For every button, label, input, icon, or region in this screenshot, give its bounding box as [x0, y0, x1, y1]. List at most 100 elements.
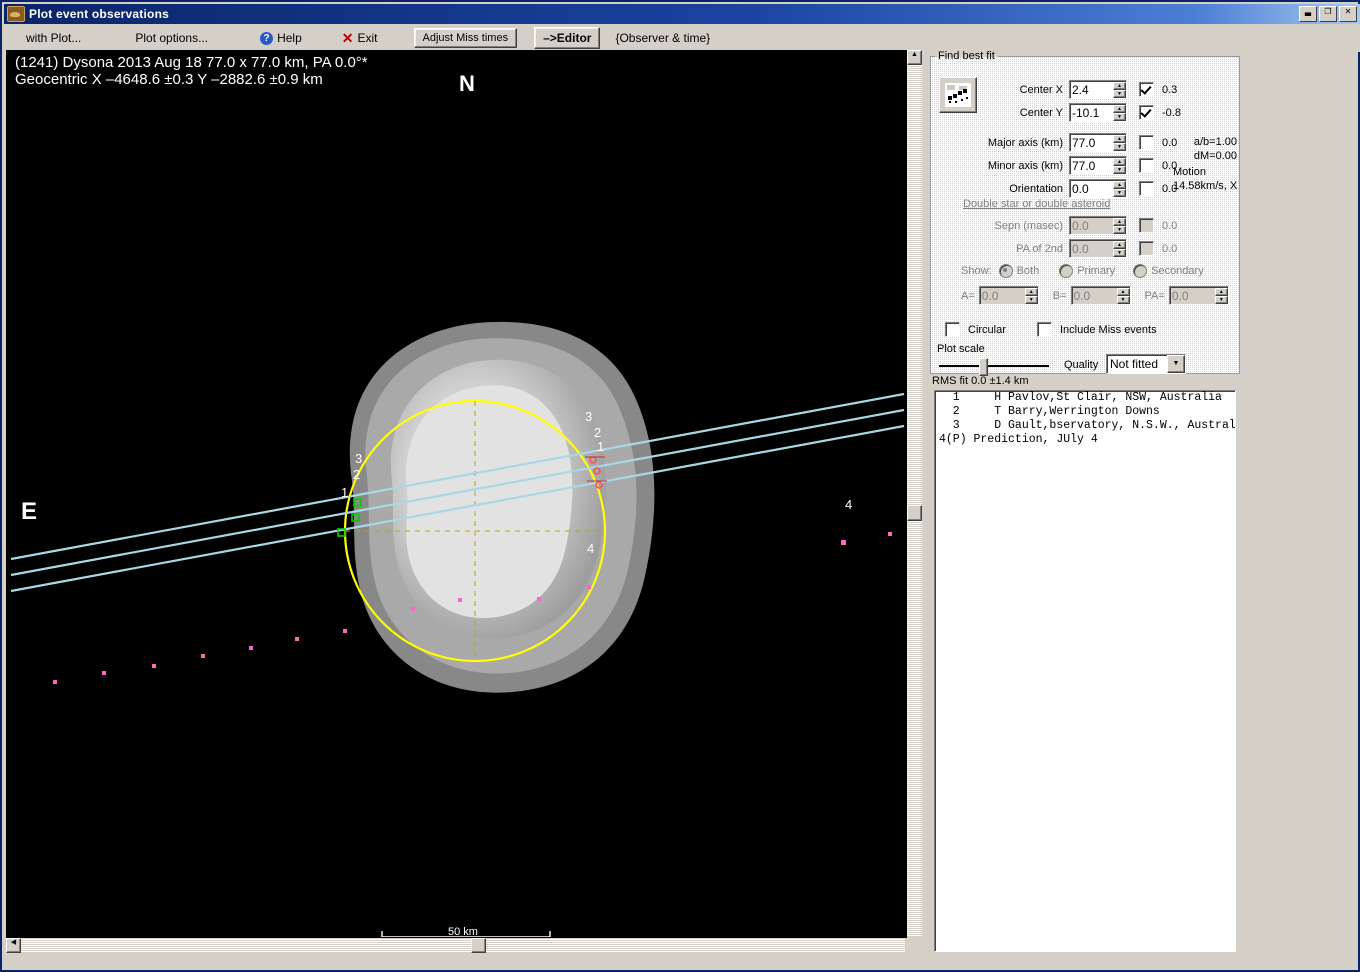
plot-horizontal-scrollbar[interactable]: ◀	[6, 938, 905, 953]
radio-primary[interactable]	[1059, 264, 1074, 278]
error-center-x: 0.3	[1162, 83, 1178, 96]
input-pa-2nd[interactable]	[1070, 241, 1112, 256]
spin-buttons-sepn[interactable]: ▲ ▼	[1113, 217, 1126, 234]
label-minor-axis: Minor axis (km)	[987, 159, 1063, 172]
plot-scale-slider[interactable]	[939, 356, 1054, 376]
spin-buttons-major-axis[interactable]: ▲ ▼	[1113, 134, 1126, 151]
spin-down-sepn[interactable]: ▼	[1113, 225, 1126, 234]
plot-canvas[interactable]: (1241) Dysona 2013 Aug 18 77.0 x 77.0 km…	[6, 50, 907, 938]
input-a[interactable]	[979, 288, 1024, 303]
input-sepn[interactable]	[1070, 218, 1112, 233]
adjust-miss-times-button[interactable]: Adjust Miss times	[413, 28, 518, 48]
plot-scale-track	[939, 365, 1049, 367]
spin-down-center-y[interactable]: ▼	[1113, 112, 1126, 121]
menu-help[interactable]: ? Help	[252, 31, 310, 45]
spin-down-a[interactable]: ▼	[1024, 295, 1038, 304]
find-best-fit-legend: Find best fit	[938, 50, 995, 62]
minimize-button[interactable]: ▃	[1299, 6, 1317, 22]
input-center-y[interactable]	[1070, 105, 1112, 120]
checkbox-orientation[interactable]	[1139, 181, 1154, 196]
spin-buttons-orientation[interactable]: ▲ ▼	[1113, 180, 1126, 197]
list-item[interactable]: 2 T Barry,Werrington Downs	[935, 405, 1235, 419]
maximize-button[interactable]: ❐	[1319, 6, 1337, 22]
include-miss-checkbox-row[interactable]: Include Miss events	[1037, 322, 1157, 337]
vertical-scroll-thumb[interactable]	[907, 505, 922, 521]
spinner-sepn[interactable]: ▲ ▼	[1069, 216, 1127, 235]
field-row-center-x: Center X ▲ ▼ 0.3	[991, 80, 1177, 99]
spinner-a[interactable]: ▲ ▼	[978, 286, 1039, 305]
spinner-orientation[interactable]: ▲ ▼	[1069, 179, 1127, 198]
spin-buttons-center-x[interactable]: ▲ ▼	[1113, 81, 1126, 98]
radio-both[interactable]	[998, 264, 1013, 278]
title-bar: Plot event observations ▃ ❐ ✕	[4, 4, 1360, 24]
menu-exit[interactable]: ✕ Exit	[334, 30, 386, 47]
checkbox-center-x[interactable]	[1139, 82, 1154, 97]
spinner-minor-axis[interactable]: ▲ ▼	[1069, 156, 1127, 175]
spinner-center-y[interactable]: ▲ ▼	[1069, 103, 1127, 122]
list-item[interactable]: 3 D Gault,bservatory, N.S.W., Austral:	[935, 419, 1235, 433]
input-major-axis[interactable]	[1070, 135, 1112, 150]
spin-down-major-axis[interactable]: ▼	[1113, 142, 1126, 151]
spin-buttons-minor-axis[interactable]: ▲ ▼	[1113, 157, 1126, 174]
checkbox-center-y[interactable]	[1139, 105, 1154, 120]
find-best-fit-button[interactable]	[939, 77, 977, 113]
checkbox-circular[interactable]	[945, 322, 960, 337]
spin-up-sepn[interactable]: ▲	[1113, 217, 1126, 226]
spin-down-b[interactable]: ▼	[1116, 295, 1130, 304]
plot-scale-thumb[interactable]	[979, 358, 988, 376]
spinner-center-x[interactable]: ▲ ▼	[1069, 80, 1127, 99]
spin-down-orientation[interactable]: ▼	[1113, 188, 1126, 197]
radio-secondary[interactable]	[1133, 264, 1148, 278]
editor-button[interactable]: –>Editor	[534, 27, 601, 49]
menu-with-plot[interactable]: with Plot...	[18, 31, 89, 45]
spin-down-pa-2nd[interactable]: ▼	[1113, 248, 1126, 257]
chevron-down-icon[interactable]: ▼	[1167, 355, 1185, 373]
spin-down-pa[interactable]: ▼	[1214, 295, 1228, 304]
spin-up-b[interactable]: ▲	[1116, 287, 1130, 296]
spin-up-a[interactable]: ▲	[1024, 287, 1038, 296]
spin-up-major-axis[interactable]: ▲	[1113, 134, 1126, 143]
ab-ratio-label: a/b=1.00	[1193, 136, 1237, 148]
spin-buttons-pa[interactable]: ▲ ▼	[1214, 287, 1228, 304]
input-b[interactable]	[1071, 288, 1116, 303]
spin-up-center-x[interactable]: ▲	[1113, 81, 1126, 90]
input-pa[interactable]	[1169, 288, 1214, 303]
menu-plot-options[interactable]: Plot options...	[127, 31, 216, 45]
list-item[interactable]: 1 H Pavlov,St Clair, NSW, Australia	[935, 391, 1235, 405]
radio-both-label: Both	[1016, 265, 1040, 277]
scroll-left-arrow[interactable]: ◀	[6, 938, 21, 953]
spinner-pa-2nd[interactable]: ▲ ▼	[1069, 239, 1127, 258]
scroll-up-arrow[interactable]: ▲	[907, 50, 922, 65]
spin-buttons-pa-2nd[interactable]: ▲ ▼	[1113, 240, 1126, 257]
input-minor-axis[interactable]	[1070, 158, 1112, 173]
spin-down-minor-axis[interactable]: ▼	[1113, 165, 1126, 174]
spin-up-center-y[interactable]: ▲	[1113, 104, 1126, 113]
spinner-major-axis[interactable]: ▲ ▼	[1069, 133, 1127, 152]
quality-select[interactable]: Not fitted ▼	[1106, 354, 1186, 374]
plot-vertical-scrollbar[interactable]: ▲	[907, 50, 922, 936]
spin-up-pa[interactable]: ▲	[1214, 287, 1228, 296]
spin-up-pa-2nd[interactable]: ▲	[1113, 240, 1126, 249]
observer-list[interactable]: 1 H Pavlov,St Clair, NSW, Australia 2 T …	[934, 390, 1236, 952]
spin-down-center-x[interactable]: ▼	[1113, 89, 1126, 98]
spin-buttons-a[interactable]: ▲ ▼	[1024, 287, 1038, 304]
input-center-x[interactable]	[1070, 82, 1112, 97]
close-button[interactable]: ✕	[1339, 6, 1357, 22]
checkbox-major-axis[interactable]	[1139, 135, 1154, 150]
checkbox-minor-axis[interactable]	[1139, 158, 1154, 173]
label-b: B=	[1052, 289, 1067, 302]
circular-checkbox-row[interactable]: Circular	[945, 322, 1006, 337]
list-item[interactable]: 4(P) Prediction, JUly 4	[935, 433, 1235, 447]
horizontal-scroll-thumb[interactable]	[471, 938, 486, 953]
spinner-b[interactable]: ▲ ▼	[1070, 286, 1131, 305]
spin-up-orientation[interactable]: ▲	[1113, 180, 1126, 189]
radio-secondary-label: Secondary	[1151, 265, 1204, 277]
spin-buttons-b[interactable]: ▲ ▼	[1116, 287, 1130, 304]
checkbox-include-miss[interactable]	[1037, 322, 1052, 337]
input-orientation[interactable]	[1070, 181, 1112, 196]
spin-buttons-center-y[interactable]: ▲ ▼	[1113, 104, 1126, 121]
checkbox-sepn[interactable]	[1139, 218, 1154, 233]
spin-up-minor-axis[interactable]: ▲	[1113, 157, 1126, 166]
checkbox-pa-2nd[interactable]	[1139, 241, 1154, 256]
spinner-pa[interactable]: ▲ ▼	[1168, 286, 1229, 305]
